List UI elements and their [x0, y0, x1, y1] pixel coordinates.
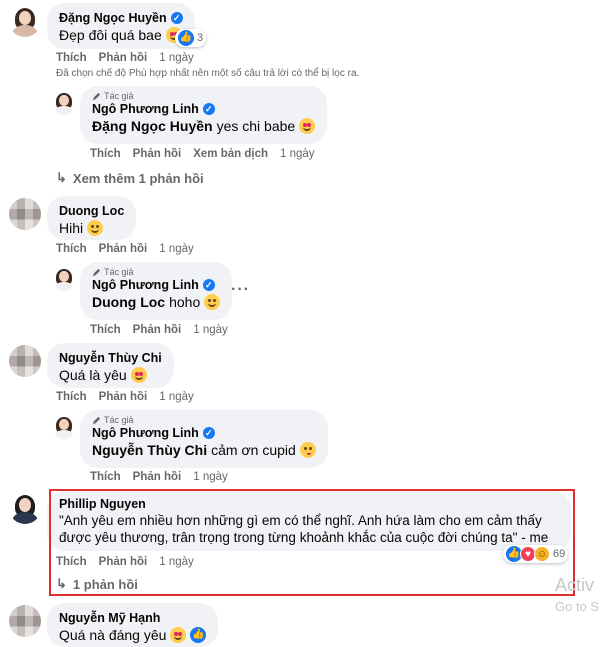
verified-icon: ✓	[202, 103, 215, 115]
avatar[interactable]	[9, 198, 41, 230]
like-button[interactable]: Thích	[56, 52, 87, 64]
reply-button[interactable]: Phản hồi	[99, 243, 148, 255]
watermark-subtext: Go to S	[555, 599, 600, 614]
comment-text: Quá là yêu	[59, 367, 127, 383]
comment-actions: Thích Phản hồi 1 ngày	[56, 243, 194, 255]
reply-actions: Thích Phản hồi 1 ngày	[90, 471, 228, 483]
pencil-icon	[92, 416, 101, 424]
verified-icon: ✓	[202, 427, 215, 439]
timestamp[interactable]: 1 ngày	[193, 471, 228, 483]
comment-bubble: Duong Loc Hihi	[47, 196, 137, 240]
reaction-count[interactable]: 👍 3	[175, 29, 207, 47]
mention-link[interactable]: Nguyễn Thùy Chi	[92, 442, 207, 458]
reply-author[interactable]: Ngô Phương Linh	[92, 426, 199, 440]
avatar[interactable]	[52, 91, 76, 115]
reply-button[interactable]: Phản hồi	[133, 148, 182, 160]
author-tag: Tác giả	[92, 91, 315, 101]
avatar[interactable]	[9, 5, 41, 37]
comment-actions: Thích Phản hồi 1 ngày	[56, 391, 194, 403]
comment-bubble: Đặng Ngọc Huyền ✓ Đẹp đôi quá bae	[47, 3, 195, 49]
avatar[interactable]	[52, 267, 76, 291]
view-more-replies[interactable]: ↳ Xem thêm 1 phản hồi	[56, 170, 204, 186]
timestamp[interactable]: 1 ngày	[193, 324, 228, 336]
reply-actions: Thích Phản hồi 1 ngày	[90, 324, 228, 336]
reply-author[interactable]: Ngô Phương Linh	[92, 102, 199, 116]
like-button[interactable]: Thích	[56, 391, 87, 403]
like-button[interactable]: Thích	[90, 148, 121, 160]
author-tag: Tác giả	[92, 415, 316, 425]
filter-notice: Đã chọn chế độ Phù hợp nhất nên một số c…	[56, 68, 360, 79]
smiling-hearts-emoji-icon	[130, 367, 147, 383]
smiling-hearts-emoji-icon	[170, 627, 187, 643]
avatar[interactable]	[9, 492, 41, 524]
verified-icon: ✓	[170, 12, 183, 24]
comment-bubble: Nguyễn Thùy Chi Quá là yêu	[47, 343, 174, 388]
reply-bubble: Tác giả Ngô Phương Linh ✓ Đặng Ngọc Huyền…	[80, 86, 328, 144]
grin-emoji-icon	[204, 294, 221, 310]
comment-author[interactable]: Duong Loc	[59, 204, 124, 218]
reply-text: cảm ơn cupid	[211, 442, 296, 458]
comment-author[interactable]: Đặng Ngọc Huyền	[59, 11, 167, 25]
timestamp[interactable]: 1 ngày	[159, 243, 194, 255]
avatar[interactable]	[9, 345, 41, 377]
timestamp[interactable]: 1 ngày	[159, 52, 194, 64]
comment-bubble: Nguyễn Mỹ Hạnh Quá nà đáng yêu 👍	[47, 603, 219, 647]
mention-link[interactable]: Đặng Ngọc Huyền	[92, 118, 213, 134]
reply-bubble: Tác giả Ngô Phương Linh ✓ Nguyễn Thùy Chi…	[80, 410, 328, 468]
author-tag: Tác giả	[92, 267, 220, 277]
pencil-icon	[92, 92, 101, 100]
timestamp[interactable]: 1 ngày	[280, 148, 315, 160]
pencil-icon	[92, 268, 101, 276]
like-button[interactable]: Thích	[90, 471, 121, 483]
like-button[interactable]: Thích	[56, 243, 87, 255]
mention-link[interactable]: Duong Loc	[92, 294, 165, 310]
more-options-icon[interactable]: ···	[231, 281, 250, 299]
like-icon: 👍	[178, 30, 194, 46]
comment-actions: Thích Phản hồi 1 ngày	[56, 52, 194, 64]
avatar[interactable]	[9, 605, 41, 637]
reply-text: hoho	[169, 294, 201, 310]
see-translation-button[interactable]: Xem bản dịch	[193, 148, 268, 160]
kissing-heart-emoji-icon	[299, 442, 316, 458]
comment-author[interactable]: Nguyễn Mỹ Hạnh	[59, 611, 160, 625]
watermark-text: Activ	[555, 575, 595, 595]
reply-arrow-icon: ↳	[56, 170, 67, 185]
smile-emoji-icon	[87, 220, 104, 236]
reply-actions: Thích Phản hồi Xem bản dịch 1 ngày	[90, 148, 315, 160]
reply-author[interactable]: Ngô Phương Linh	[92, 278, 199, 292]
comment-text: Quá nà đáng yêu	[59, 627, 167, 643]
smiling-hearts-emoji-icon	[299, 118, 316, 134]
avatar[interactable]	[52, 415, 76, 439]
reply-button[interactable]: Phản hồi	[133, 471, 182, 483]
comment-author[interactable]: Nguyễn Thùy Chi	[59, 351, 162, 365]
timestamp[interactable]: 1 ngày	[159, 391, 194, 403]
comment-text: Đẹp đôi quá bae	[59, 27, 162, 43]
like-icon: 👍	[190, 627, 207, 643]
reply-bubble: Tác giả Ngô Phương Linh ✓ Duong Loc hoho	[80, 262, 233, 320]
comment-text: Hihi	[59, 220, 84, 236]
verified-icon: ✓	[202, 279, 215, 291]
reply-button[interactable]: Phản hồi	[133, 324, 182, 336]
highlight-box	[49, 489, 575, 596]
reply-button[interactable]: Phản hồi	[99, 391, 148, 403]
like-button[interactable]: Thích	[90, 324, 121, 336]
reply-button[interactable]: Phản hồi	[99, 52, 148, 64]
reply-text: yes chi babe	[216, 118, 296, 134]
